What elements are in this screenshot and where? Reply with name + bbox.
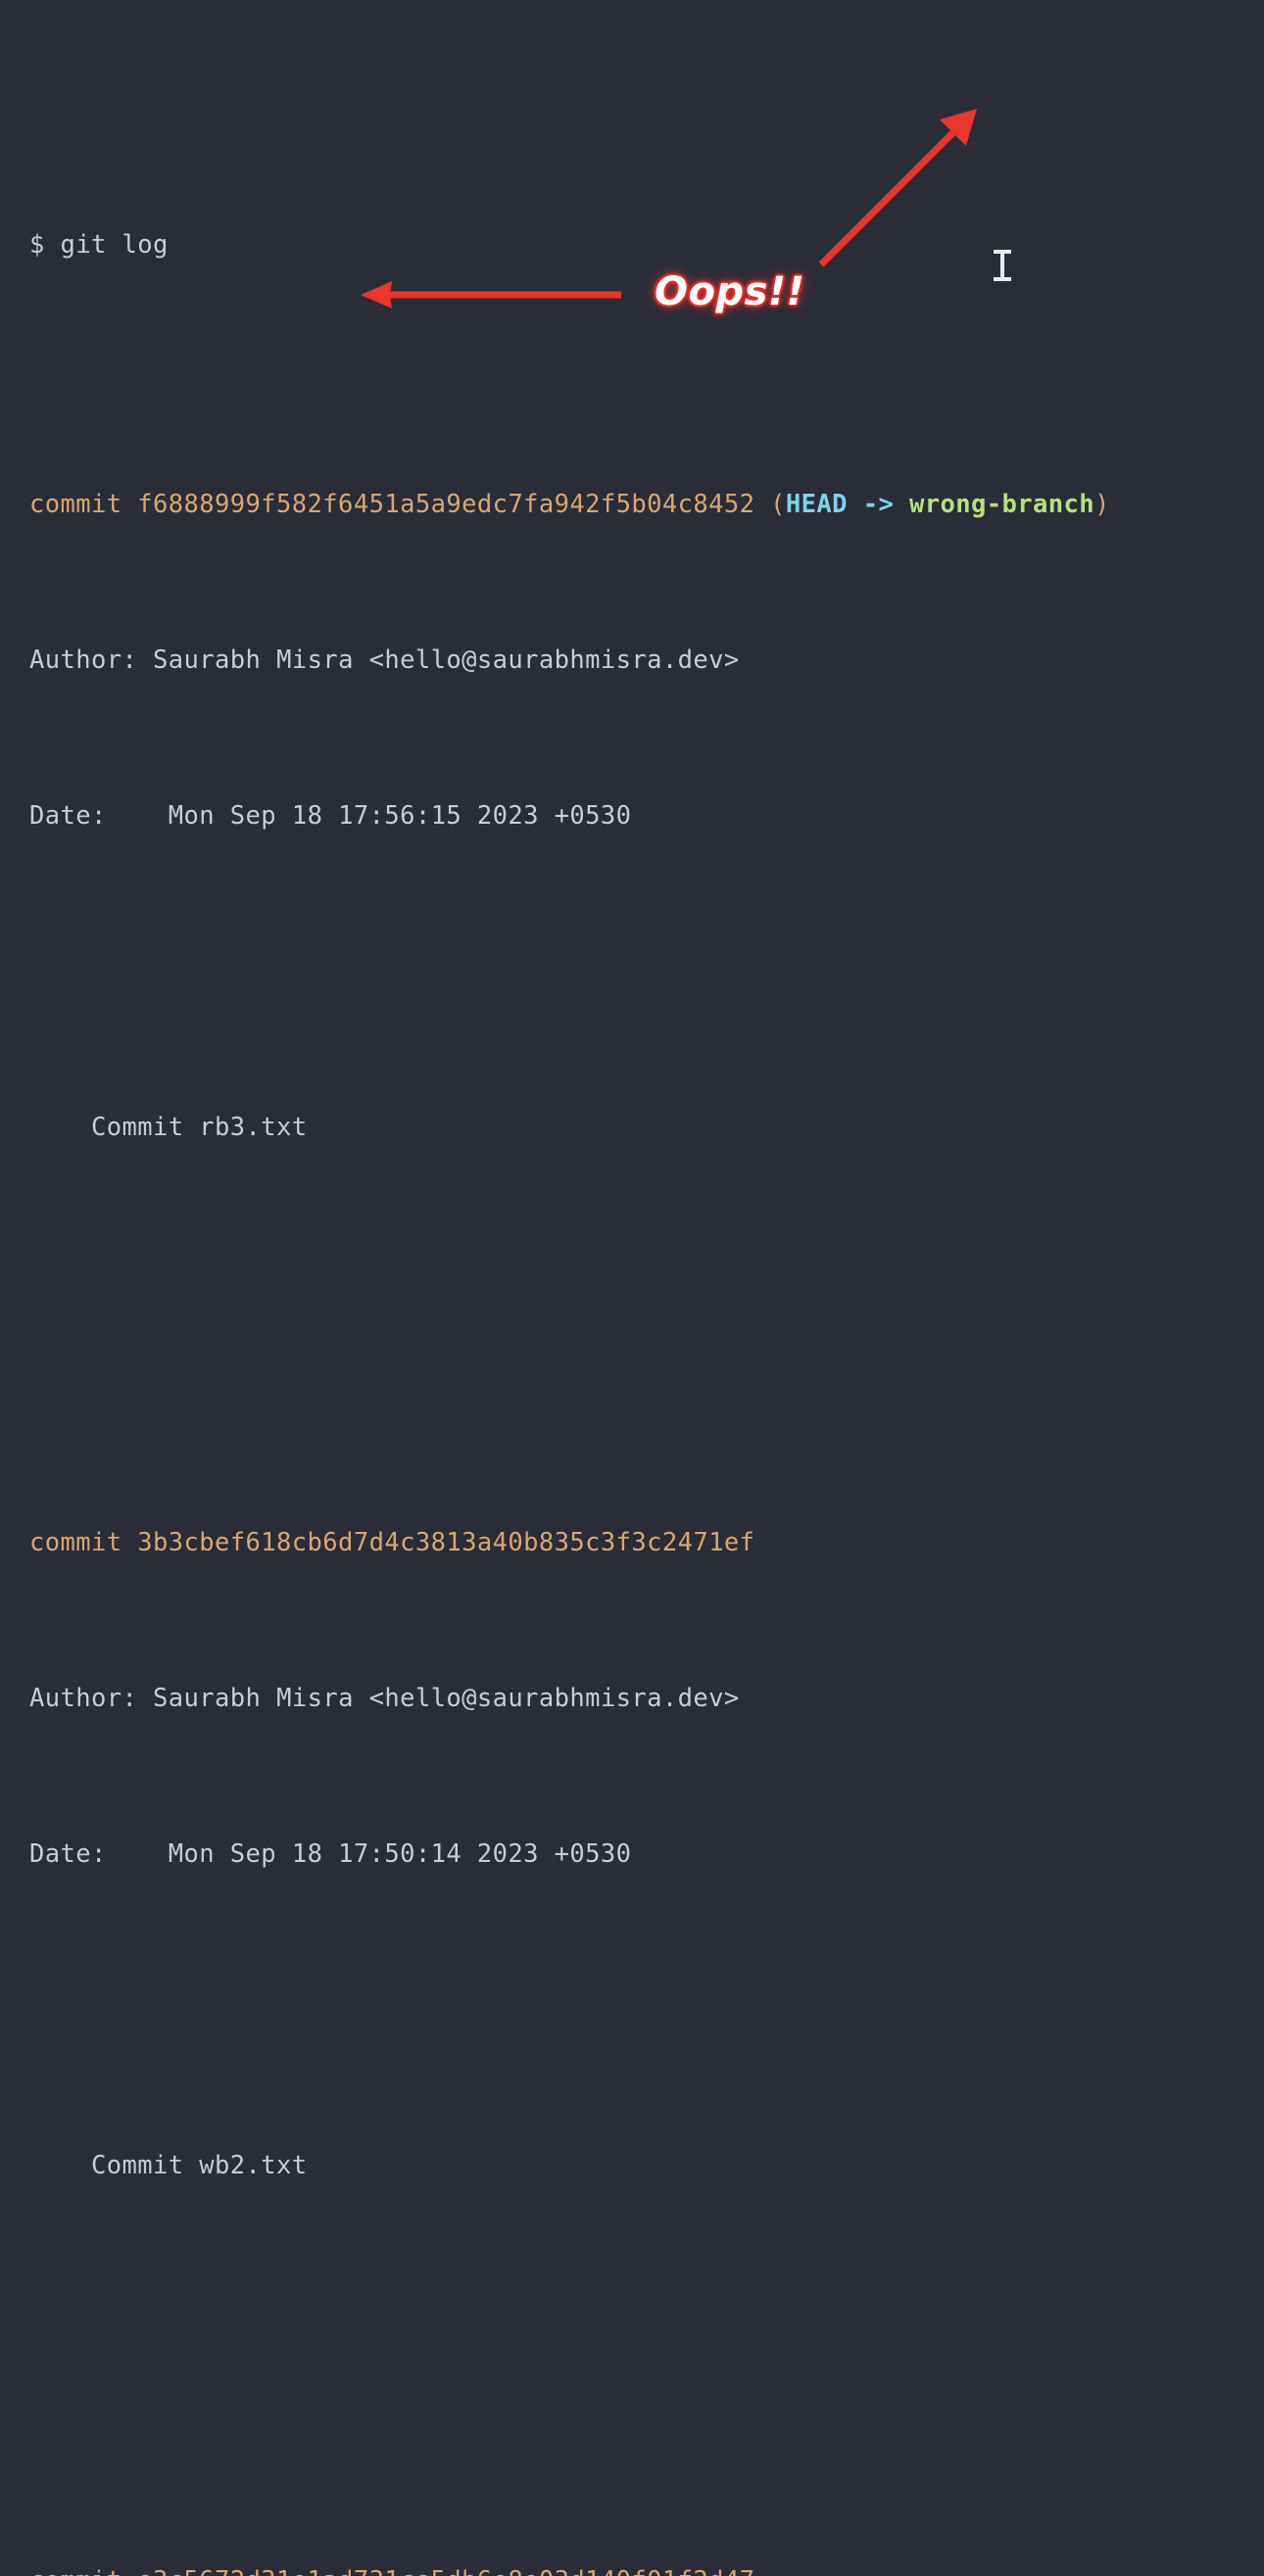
commit-keyword-2: commit bbox=[29, 1528, 122, 1557]
spacer-2b bbox=[29, 2296, 1264, 2348]
date-line-2: Date: Mon Sep 18 17:50:14 2023 +0530 bbox=[29, 1829, 1264, 1881]
commit-message-2: Commit wb2.txt bbox=[91, 2151, 308, 2180]
spacer-1b bbox=[29, 1258, 1264, 1310]
decoration-open-paren-1: ( bbox=[770, 490, 786, 519]
spacer-1a bbox=[29, 946, 1264, 998]
commit-message-line-2: Commit wb2.txt bbox=[29, 2140, 1264, 2192]
author-line-2: Author: Saurabh Misra <hello@saurabhmisr… bbox=[29, 1673, 1264, 1725]
author-value-2: Saurabh Misra <hello@saurabhmisra.dev> bbox=[153, 1684, 740, 1713]
author-label-2: Author: bbox=[29, 1684, 138, 1713]
git-log-output: $ git log commit f6888999f582f6451a5a9ed… bbox=[29, 12, 1264, 2576]
date-value-2: Mon Sep 18 17:50:14 2023 +0530 bbox=[168, 1839, 632, 1869]
commit-header-line-3: commit e3c5672d31e1ad731ce5db6e8e03d140f… bbox=[29, 2555, 1264, 2576]
commit-message-line-1: Commit rb3.txt bbox=[29, 1102, 1264, 1154]
date-label-2: Date: bbox=[29, 1839, 138, 1869]
head-pointer-1: HEAD bbox=[785, 490, 848, 519]
commit-keyword-3: commit bbox=[29, 2566, 122, 2576]
commit-header-line-1: commit f6888999f582f6451a5a9edc7fa942f5b… bbox=[29, 479, 1264, 531]
commit-hash-2[interactable]: 3b3cbef618cb6d7d4c3813a40b835c3f3c2471ef bbox=[137, 1528, 754, 1557]
branch-name-1[interactable]: wrong-branch bbox=[909, 490, 1094, 519]
commit-header-line-2: commit 3b3cbef618cb6d7d4c3813a40b835c3f3… bbox=[29, 1517, 1264, 1569]
spacer-2a bbox=[29, 1984, 1264, 2036]
decoration-close-paren-1: ) bbox=[1094, 490, 1110, 519]
shell-prompt-line: $ git log bbox=[29, 219, 1264, 271]
terminal-window[interactable]: $ git log commit f6888999f582f6451a5a9ed… bbox=[0, 0, 1264, 2576]
commit-message-1: Commit rb3.txt bbox=[91, 1113, 308, 1142]
date-value-1: Mon Sep 18 17:56:15 2023 +0530 bbox=[168, 801, 632, 831]
commit-hash-3[interactable]: e3c5672d31e1ad731ce5db6e8e03d140f01f2d47 bbox=[137, 2566, 754, 2576]
author-line-1: Author: Saurabh Misra <hello@saurabhmisr… bbox=[29, 635, 1264, 687]
date-label-1: Date: bbox=[29, 801, 138, 831]
commit-keyword-1: commit bbox=[29, 490, 122, 519]
author-value-1: Saurabh Misra <hello@saurabhmisra.dev> bbox=[153, 645, 740, 675]
date-line-1: Date: Mon Sep 18 17:56:15 2023 +0530 bbox=[29, 790, 1264, 842]
prompt-command: $ git log bbox=[29, 230, 169, 260]
author-label-1: Author: bbox=[29, 645, 138, 675]
commit-hash-1[interactable]: f6888999f582f6451a5a9edc7fa942f5b04c8452 bbox=[137, 490, 754, 519]
head-arrow-icon-1: -> bbox=[862, 490, 895, 519]
